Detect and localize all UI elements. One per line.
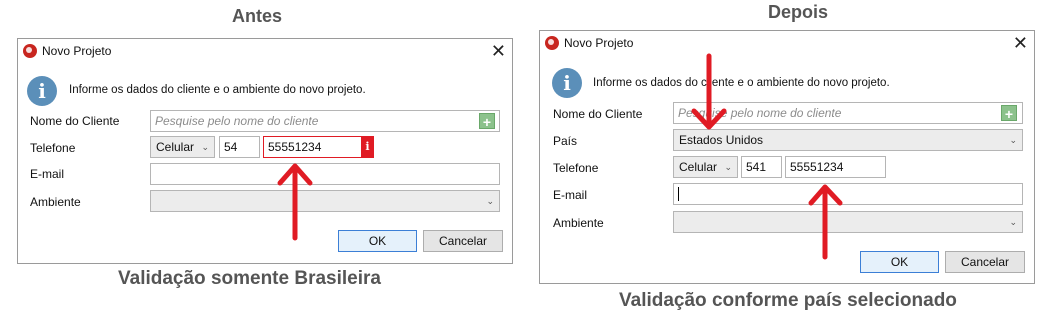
red-arrow-icon <box>808 184 843 260</box>
red-arrow-icon <box>277 163 313 241</box>
red-arrow-icon <box>691 53 727 130</box>
annotation-arrows <box>277 53 843 260</box>
